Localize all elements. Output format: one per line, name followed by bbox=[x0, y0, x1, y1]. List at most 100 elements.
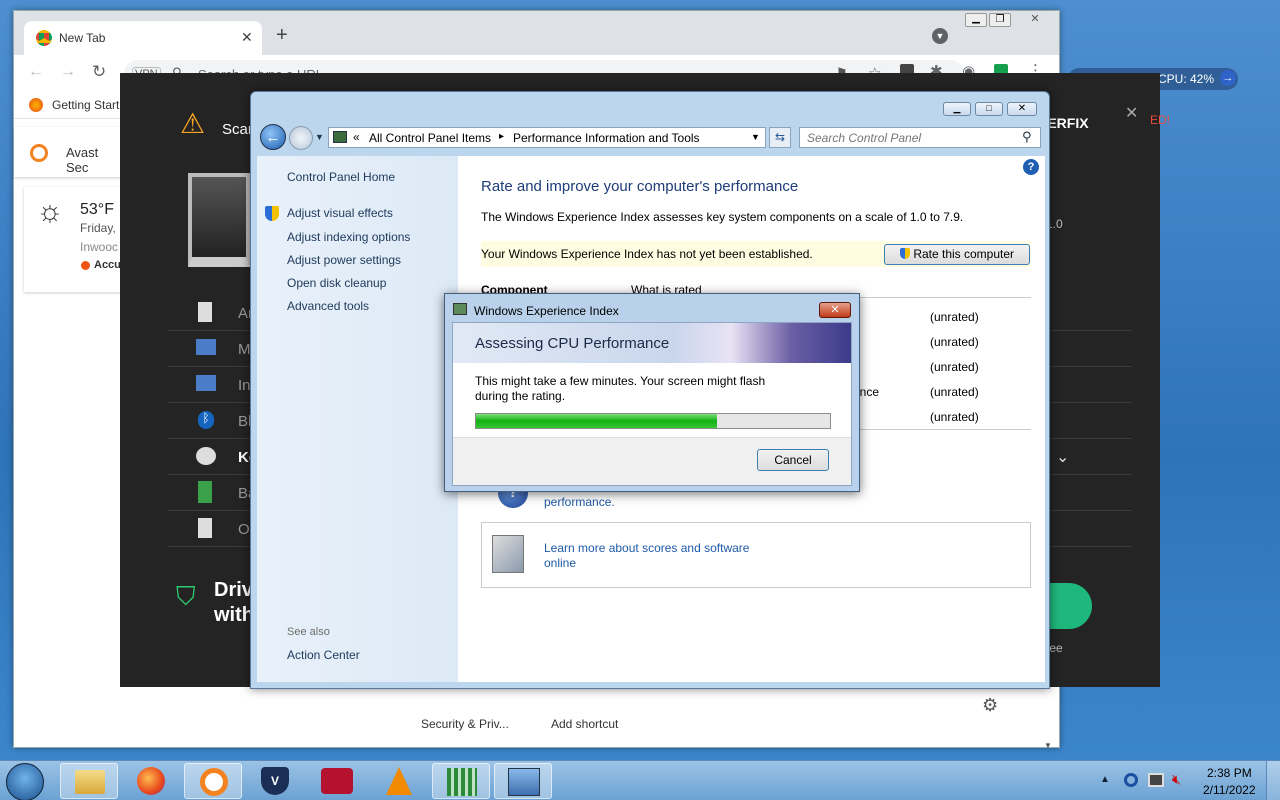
rate-button-label: Rate this computer bbox=[913, 247, 1015, 261]
scroll-down-icon[interactable]: ▼ bbox=[1044, 741, 1052, 750]
address-dropdown-icon[interactable]: ▼ bbox=[751, 132, 760, 142]
minimize-icon[interactable]: ▁ bbox=[943, 102, 971, 116]
see-also-label: See also bbox=[287, 626, 330, 638]
software-box-icon bbox=[492, 535, 524, 573]
network-tray-icon[interactable] bbox=[1148, 773, 1164, 787]
breadcrumb-page[interactable]: Performance Information and Tools bbox=[513, 131, 700, 145]
clock-date[interactable]: 2/11/2022 bbox=[1203, 783, 1256, 797]
close-icon[interactable]: ✕ bbox=[1022, 13, 1048, 27]
cpu-arrow-icon[interactable]: → bbox=[1220, 70, 1236, 86]
link-control-panel-home[interactable]: Control Panel Home bbox=[287, 170, 395, 184]
clock-time[interactable]: 2:38 PM bbox=[1207, 766, 1252, 780]
progress-fill bbox=[476, 414, 717, 428]
tab-close-icon[interactable]: ✕ bbox=[241, 29, 253, 46]
minimize-icon[interactable]: ▁ bbox=[965, 13, 987, 27]
back-icon[interactable]: ← bbox=[260, 124, 286, 150]
taskbar-recorder[interactable] bbox=[308, 763, 366, 799]
reload-icon[interactable]: ↻ bbox=[92, 62, 106, 82]
row-score: (unrated) bbox=[930, 410, 979, 424]
forward-icon[interactable]: → bbox=[60, 63, 76, 81]
control-panel-taskbar-icon bbox=[508, 768, 540, 796]
help-icon[interactable]: ? bbox=[1023, 159, 1039, 175]
link-open-disk-cleanup[interactable]: Open disk cleanup bbox=[287, 276, 386, 290]
taskbar-avast-browser[interactable] bbox=[184, 763, 242, 799]
dialog-heading: Assessing CPU Performance bbox=[475, 335, 670, 352]
search-icon[interactable]: ⚲ bbox=[1022, 129, 1032, 145]
forward-icon[interactable] bbox=[289, 126, 313, 150]
learn-more-link-1[interactable]: Learn more about scores and software bbox=[544, 541, 749, 555]
learn-more-box: Learn more about scores and software onl… bbox=[481, 522, 1031, 588]
taskbar-control-panel[interactable] bbox=[494, 763, 552, 799]
back-icon[interactable]: ← bbox=[28, 63, 44, 81]
taskbar-explorer[interactable] bbox=[60, 763, 118, 799]
taskbar-vlc[interactable] bbox=[370, 763, 428, 799]
new-tab-button[interactable]: + bbox=[276, 24, 288, 47]
show-desktop-button[interactable] bbox=[1266, 761, 1280, 800]
mouse-icon bbox=[196, 447, 216, 465]
cancel-button[interactable]: Cancel bbox=[757, 449, 829, 471]
shortcut-add[interactable]: Add shortcut bbox=[551, 717, 618, 731]
intro-text: The Windows Experience Index assesses ke… bbox=[481, 210, 964, 224]
link-adjust-power-settings[interactable]: Adjust power settings bbox=[287, 253, 401, 267]
accuweather-icon bbox=[81, 261, 90, 270]
laptop-image bbox=[188, 173, 250, 267]
customize-icon[interactable]: ⚙ bbox=[982, 695, 998, 716]
search-input[interactable]: Search Control Panel ⚲ bbox=[799, 127, 1041, 148]
driver-name: M bbox=[238, 341, 251, 358]
address-bar[interactable]: All Control Panel Items « ▸ Performance … bbox=[328, 127, 766, 148]
bookmark-getting-started[interactable]: Getting Start bbox=[52, 98, 119, 112]
refresh-icon[interactable]: ⇆ bbox=[769, 127, 791, 148]
tab-new-tab[interactable]: New Tab ✕ bbox=[24, 21, 262, 55]
task-pane: Control Panel Home Adjust visual effects… bbox=[257, 156, 458, 682]
recorder-icon bbox=[321, 768, 353, 794]
link-advanced-tools[interactable]: Advanced tools bbox=[287, 299, 369, 313]
grid-app-icon bbox=[447, 768, 477, 796]
tray-app-icon[interactable] bbox=[1124, 773, 1138, 787]
volume-muted-icon[interactable]: 🔇︎ bbox=[1172, 771, 1181, 788]
warning-icon: ⚠ bbox=[180, 108, 206, 139]
close-icon[interactable]: ✕ bbox=[1007, 102, 1037, 116]
vlc-icon bbox=[386, 767, 412, 795]
restore-icon[interactable]: ❐ bbox=[989, 13, 1011, 27]
status-badge: ED! bbox=[1150, 113, 1171, 127]
avast-sec-card[interactable]: Avast Sec bbox=[14, 127, 124, 177]
sun-icon: ☼ bbox=[36, 195, 64, 228]
dialog-message-2: during the rating. bbox=[475, 389, 566, 403]
chevron-down-icon[interactable]: ⌄ bbox=[1056, 447, 1069, 467]
driver-name: O bbox=[238, 521, 250, 538]
progress-bar bbox=[475, 413, 831, 429]
weather-card[interactable]: ☼ 53°F Friday, Inwooc AccuW bbox=[24, 187, 131, 292]
search-placeholder: Search Control Panel bbox=[807, 131, 922, 145]
taskbar-vpn[interactable]: V bbox=[246, 763, 304, 799]
taskbar-firefox[interactable] bbox=[122, 763, 180, 799]
rate-this-computer-button[interactable]: Rate this computer bbox=[884, 244, 1030, 265]
link-action-center[interactable]: Action Center bbox=[287, 648, 360, 662]
start-button[interactable] bbox=[6, 763, 44, 800]
learn-more-link-2[interactable]: online bbox=[544, 556, 576, 570]
dialog-banner: Assessing CPU Performance bbox=[453, 323, 851, 363]
tab-title: New Tab bbox=[59, 31, 106, 45]
history-dropdown-icon[interactable]: ▼ bbox=[315, 132, 324, 142]
uac-shield-icon bbox=[899, 248, 910, 259]
tips-link[interactable]: performance. bbox=[544, 495, 615, 509]
link-adjust-visual-effects[interactable]: Adjust visual effects bbox=[287, 206, 393, 220]
link-adjust-indexing-options[interactable]: Adjust indexing options bbox=[287, 230, 410, 244]
vpn-shield-icon: V bbox=[261, 767, 289, 795]
shortcut-security[interactable]: Security & Priv... bbox=[421, 717, 509, 731]
breadcrumb-root[interactable]: All Control Panel Items bbox=[369, 131, 491, 145]
dialog-close-icon[interactable]: ✕ bbox=[819, 302, 851, 318]
weather-day: Friday, bbox=[80, 221, 116, 235]
dialog-body: Assessing CPU Performance This might tak… bbox=[452, 322, 852, 486]
control-panel-icon bbox=[333, 131, 347, 143]
folder-icon bbox=[75, 770, 105, 794]
cpu-readout: CPU: 42% bbox=[1158, 72, 1215, 86]
drivers-line-1: Driv bbox=[214, 579, 253, 601]
breadcrumb-separator[interactable]: ▸ bbox=[499, 131, 504, 142]
row-score: (unrated) bbox=[930, 385, 979, 399]
maximize-icon[interactable]: □ bbox=[975, 102, 1003, 116]
taskbar-app-grid[interactable] bbox=[432, 763, 490, 799]
tab-search-icon[interactable]: ▼ bbox=[932, 28, 948, 44]
page-title: Rate and improve your computer's perform… bbox=[481, 178, 799, 195]
row-score: (unrated) bbox=[930, 335, 979, 349]
tray-arrow-icon[interactable]: ▲ bbox=[1100, 774, 1110, 785]
